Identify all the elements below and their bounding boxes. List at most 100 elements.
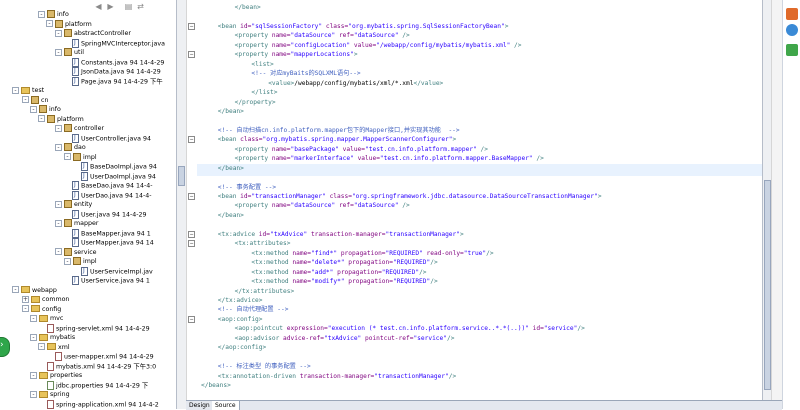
tree-item[interactable]: + common	[22, 295, 69, 305]
tree-item[interactable]: mybatis.xml 94 14-4-29 下午3:0	[47, 361, 156, 372]
collapse-icon[interactable]: -	[38, 115, 45, 122]
expand-icon[interactable]: +	[22, 295, 29, 303]
code-comment: <!-- 自动代理配置 -->	[217, 306, 289, 314]
tree-item[interactable]: UserService.java 94 1	[72, 275, 150, 286]
collapse-icon[interactable]: -	[55, 248, 62, 255]
code-tag: >	[504, 22, 509, 30]
tree-item[interactable]: - properties	[30, 371, 82, 381]
tree-item[interactable]: - test	[12, 86, 44, 96]
tree-item[interactable]: BaseDao.java 94 14-4-	[72, 180, 153, 191]
collapse-icon[interactable]: -	[38, 10, 45, 18]
tree-item[interactable]: spring-application.xml 94 14-4-2	[47, 399, 159, 410]
tree-item[interactable]: BaseDaoImpl.java 94	[81, 161, 157, 172]
tree-item[interactable]: - info	[38, 10, 69, 20]
tree-item[interactable]: - webapp	[12, 286, 57, 296]
package-icon	[64, 29, 72, 37]
tree-item[interactable]: - dao	[55, 143, 86, 153]
code-attr-value: "dataSource"	[290, 202, 339, 210]
explorer-scrollbar[interactable]	[176, 0, 186, 409]
collapse-icon[interactable]: -	[30, 333, 37, 341]
collapse-icon[interactable]: -	[55, 219, 62, 227]
tree-item[interactable]: - controller	[55, 124, 104, 134]
tree-item[interactable]: spring-servlet.xml 94 14-4-29	[47, 323, 150, 334]
collapse-icon[interactable]: -	[55, 200, 62, 208]
tree-item[interactable]: UserServiceImpl.jav	[81, 266, 153, 277]
code-attr-value: "modify*"	[311, 278, 349, 286]
tree-item[interactable]: - mvc	[30, 314, 63, 324]
collapse-icon[interactable]: -	[64, 257, 71, 265]
code-tag: <bean	[217, 136, 241, 144]
collapse-all-icon[interactable]: ▤	[124, 2, 133, 11]
code-tag: <value>	[268, 79, 295, 87]
tree-item[interactable]: user-mapper.xml 94 14-4-29	[55, 352, 154, 362]
editor-scroll-thumb[interactable]	[764, 180, 771, 390]
collapse-icon[interactable]: -	[64, 153, 71, 160]
fold-toggle-icon[interactable]: −	[188, 193, 195, 200]
plugin-icon[interactable]	[786, 44, 798, 56]
collapse-icon[interactable]: -	[46, 20, 53, 27]
collapse-icon[interactable]: -	[30, 390, 37, 398]
tree-item[interactable]: UserDao.java 94 14-4-	[72, 190, 152, 201]
tree-item[interactable]: - spring	[30, 390, 70, 400]
tree-item[interactable]: jdbc.properties 94 14-4-29 下	[47, 380, 148, 391]
launch-icon[interactable]	[786, 8, 798, 20]
tree-item[interactable]: - cn	[22, 95, 48, 106]
collapse-icon[interactable]: -	[22, 96, 29, 103]
tree-item-label: Constants.java 94 14-4-29	[81, 59, 165, 66]
collapse-icon[interactable]: -	[30, 314, 37, 322]
tree-item[interactable]: SpringMVCInterceptor.java	[72, 38, 165, 49]
tree-item[interactable]: - impl	[64, 152, 97, 163]
tree-item[interactable]: - info	[30, 105, 61, 115]
java-file-icon	[81, 266, 88, 276]
tree-item-label: UserService.java 94 1	[81, 277, 150, 285]
fold-toggle-icon[interactable]: −	[188, 22, 195, 30]
tree-item[interactable]: JsonData.java 94 14-4-29	[72, 66, 161, 77]
explorer-scroll-thumb[interactable]	[178, 166, 185, 186]
code-line: </beans>	[201, 380, 231, 392]
tree-item[interactable]: - util	[55, 48, 84, 58]
tree-item[interactable]: - platform	[38, 114, 84, 125]
tree-item[interactable]: - mapper	[55, 219, 98, 229]
collapse-icon[interactable]: -	[38, 343, 45, 350]
code-tag: <tx:method	[251, 249, 293, 257]
collapse-icon[interactable]: -	[12, 86, 19, 94]
tree-item[interactable]: User.java 94 14-4-29	[72, 209, 147, 220]
collapse-icon[interactable]: -	[22, 305, 29, 312]
tree-item[interactable]: - xml	[38, 343, 70, 353]
tree-item-label: spring	[50, 391, 70, 398]
tree-item[interactable]: UserMapper.java 94 14	[72, 237, 154, 248]
fold-toggle-icon[interactable]: −	[188, 240, 195, 248]
link-editor-icon[interactable]: ⇄	[136, 2, 145, 11]
fold-toggle-icon[interactable]: −	[188, 136, 195, 144]
fold-toggle-icon[interactable]: −	[188, 51, 195, 59]
tree-item[interactable]: - impl	[64, 257, 97, 267]
tree-item[interactable]: BaseMapper.java 94 1	[72, 228, 151, 239]
code-tag: </tx:advice>	[217, 296, 263, 304]
tree-item[interactable]: - abstractController	[55, 29, 131, 39]
package-icon	[64, 247, 72, 256]
tree-item[interactable]: - config	[22, 305, 61, 315]
package-icon	[55, 19, 63, 28]
tree-item[interactable]: - mybatis	[30, 333, 75, 343]
back-icon[interactable]: ◀	[94, 2, 103, 11]
globe-icon[interactable]	[786, 24, 798, 36]
tree-item[interactable]: UserDaoImpl.java 94	[81, 171, 156, 182]
collapse-icon[interactable]: -	[55, 124, 62, 132]
xml-source-editor[interactable]: </bean> <bean id="sqlSessionFactory" clas…	[197, 0, 762, 400]
forward-icon[interactable]: ▶	[106, 2, 115, 11]
collapse-icon[interactable]: -	[30, 105, 37, 113]
code-attr-value: "REQUIRED"	[392, 259, 431, 267]
tree-item[interactable]: - service	[55, 247, 97, 258]
tree-item[interactable]: - platform	[46, 19, 92, 30]
fold-toggle-icon[interactable]: −	[188, 230, 195, 238]
collapse-icon[interactable]: -	[12, 286, 19, 293]
code-attr-name: propagation=	[348, 259, 393, 267]
tree-item[interactable]: Page.java 94 14-4-29 下午	[72, 76, 163, 87]
tree-item[interactable]: Constants.java 94 14-4-29	[72, 57, 165, 68]
collapse-icon[interactable]: -	[55, 143, 62, 151]
collapse-icon[interactable]: -	[55, 48, 62, 56]
fold-toggle-icon[interactable]: −	[188, 315, 195, 323]
collapse-icon[interactable]: -	[30, 371, 37, 379]
tree-item[interactable]: UserController.java 94	[72, 133, 151, 144]
collapse-icon[interactable]: -	[55, 29, 62, 37]
